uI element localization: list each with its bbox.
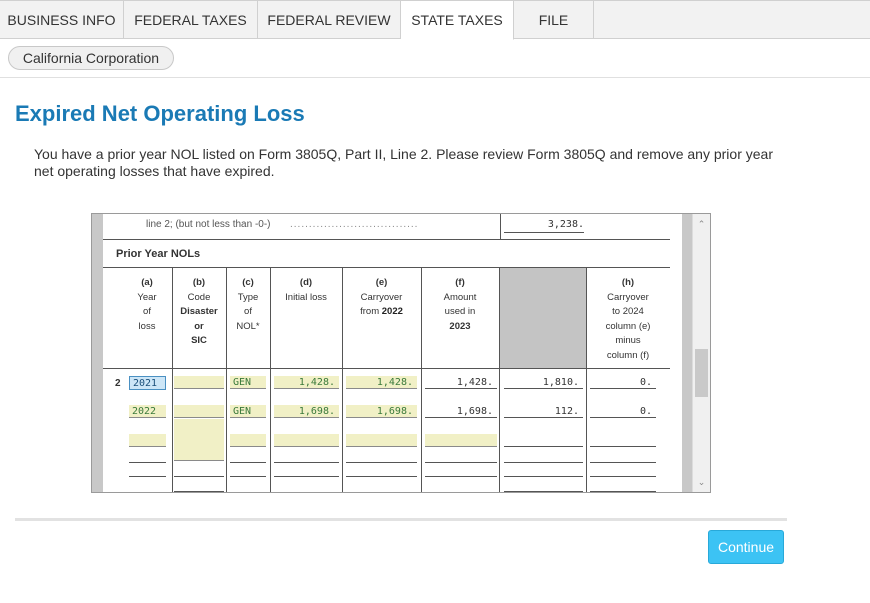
row5-year[interactable] xyxy=(129,464,166,477)
row3-type-input[interactable] xyxy=(230,434,266,447)
top-line-value: 3,238. xyxy=(547,219,584,230)
row2-code-input[interactable] xyxy=(174,405,224,418)
row4-col-g xyxy=(504,450,583,463)
row2-used-2023: 1,698. xyxy=(425,405,497,418)
row5-initial-loss[interactable] xyxy=(274,464,339,477)
row3-carryover-2022-input[interactable] xyxy=(346,434,417,447)
row4-used-2023[interactable] xyxy=(425,450,497,463)
top-line-underline xyxy=(504,232,584,233)
col-a-header: (a) Year of loss xyxy=(137,277,157,332)
row5-used-2023[interactable] xyxy=(425,464,497,477)
col-c-header: (c) Type of NOL* xyxy=(236,277,260,332)
row1-code-input[interactable] xyxy=(174,376,224,389)
section-rule xyxy=(103,239,670,240)
row5-carryover-2022[interactable] xyxy=(346,464,417,477)
entity-pill[interactable]: California Corporation xyxy=(8,46,174,70)
footer-divider xyxy=(15,518,787,521)
row5-type[interactable] xyxy=(230,464,266,477)
col-d-header: (d) Initial loss xyxy=(285,277,327,303)
tab-file[interactable]: FILE xyxy=(514,1,594,39)
tab-state-taxes[interactable]: STATE TAXES xyxy=(401,1,514,40)
row1-carryover-2022-input[interactable]: 1,428. xyxy=(346,376,417,389)
section-title: Prior Year NOLs xyxy=(116,248,201,260)
tab-federal-review[interactable]: FEDERAL REVIEW xyxy=(258,1,401,39)
row4-carryover-2024 xyxy=(590,450,656,463)
row6-code[interactable] xyxy=(174,479,224,492)
row1-used-2023: 1,428. xyxy=(425,376,497,389)
page-title: Expired Net Operating Loss xyxy=(15,101,305,126)
row1-year-input[interactable]: 2021 xyxy=(129,376,166,390)
row2-initial-loss-input[interactable]: 1,698. xyxy=(274,405,339,418)
column-g-header-shaded xyxy=(500,268,586,368)
row2-type-input[interactable]: GEN xyxy=(230,405,266,418)
col-h-header: (h) Carryover to 2024 column (e) minus c… xyxy=(605,277,651,361)
row3-initial-loss-input[interactable] xyxy=(274,434,339,447)
row4-type[interactable] xyxy=(230,450,266,463)
row2-year-input[interactable]: 2022 xyxy=(129,405,166,418)
row3-col-g xyxy=(504,434,583,447)
main-nav-tabs: BUSINESS INFO FEDERAL TAXES FEDERAL REVI… xyxy=(0,0,870,40)
chevron-down-icon[interactable]: ⌄ xyxy=(693,475,710,489)
row3-year-input[interactable] xyxy=(129,434,166,447)
scrollbar-thumb[interactable] xyxy=(695,349,708,397)
form-3805q-viewer[interactable]: line 2; (but not less than -0-) ........… xyxy=(91,213,711,493)
row6-col-g xyxy=(504,479,583,492)
row2-carryover-2022-input[interactable]: 1,698. xyxy=(346,405,417,418)
top-line-label: line 2; (but not less than -0-) xyxy=(146,219,271,230)
form-scrollbar[interactable]: ⌃ ⌄ xyxy=(692,214,710,492)
row2-carryover-2024: 0. xyxy=(590,405,656,418)
row6-carryover-2024 xyxy=(590,479,656,492)
page-description: You have a prior year NOL listed on Form… xyxy=(34,146,773,179)
col-e-header: (e) Carryover from 2022 xyxy=(342,276,421,320)
row4-carryover-2022[interactable] xyxy=(346,450,417,463)
tab-business-info[interactable]: BUSINESS INFO xyxy=(0,1,124,39)
col-b-header: (b) Code Disaster or SIC xyxy=(180,277,218,346)
row3-code-input[interactable] xyxy=(174,419,224,461)
col-e-line2: from 2022 xyxy=(360,306,403,317)
viewer-right-margin xyxy=(682,214,692,492)
row1-col-g: 1,810. xyxy=(504,376,583,389)
row3-carryover-2024 xyxy=(590,434,656,447)
row1-carryover-2024: 0. xyxy=(590,376,656,389)
col-f-header: (f) Amount used in 2023 xyxy=(443,277,477,332)
row5-carryover-2024 xyxy=(590,464,656,477)
row5-code[interactable] xyxy=(174,464,224,477)
row1-type-input[interactable]: GEN xyxy=(230,376,266,389)
header-bottom-rule xyxy=(103,368,670,369)
continue-button[interactable]: Continue xyxy=(708,530,784,564)
row1-initial-loss-input[interactable]: 1,428. xyxy=(274,376,339,389)
line-number: 2 xyxy=(115,378,121,389)
viewer-left-margin xyxy=(92,214,103,492)
chevron-up-icon[interactable]: ⌃ xyxy=(693,217,710,231)
row4-year[interactable] xyxy=(129,450,166,463)
row2-col-g: 112. xyxy=(504,405,583,418)
tab-federal-taxes[interactable]: FEDERAL TAXES xyxy=(124,1,258,39)
row3-used-2023-input[interactable] xyxy=(425,434,497,447)
row4-initial-loss[interactable] xyxy=(274,450,339,463)
leader-dots: .................................. xyxy=(290,219,419,230)
top-line-divider xyxy=(500,214,501,239)
row5-col-g xyxy=(504,464,583,477)
header-divider xyxy=(0,77,870,78)
